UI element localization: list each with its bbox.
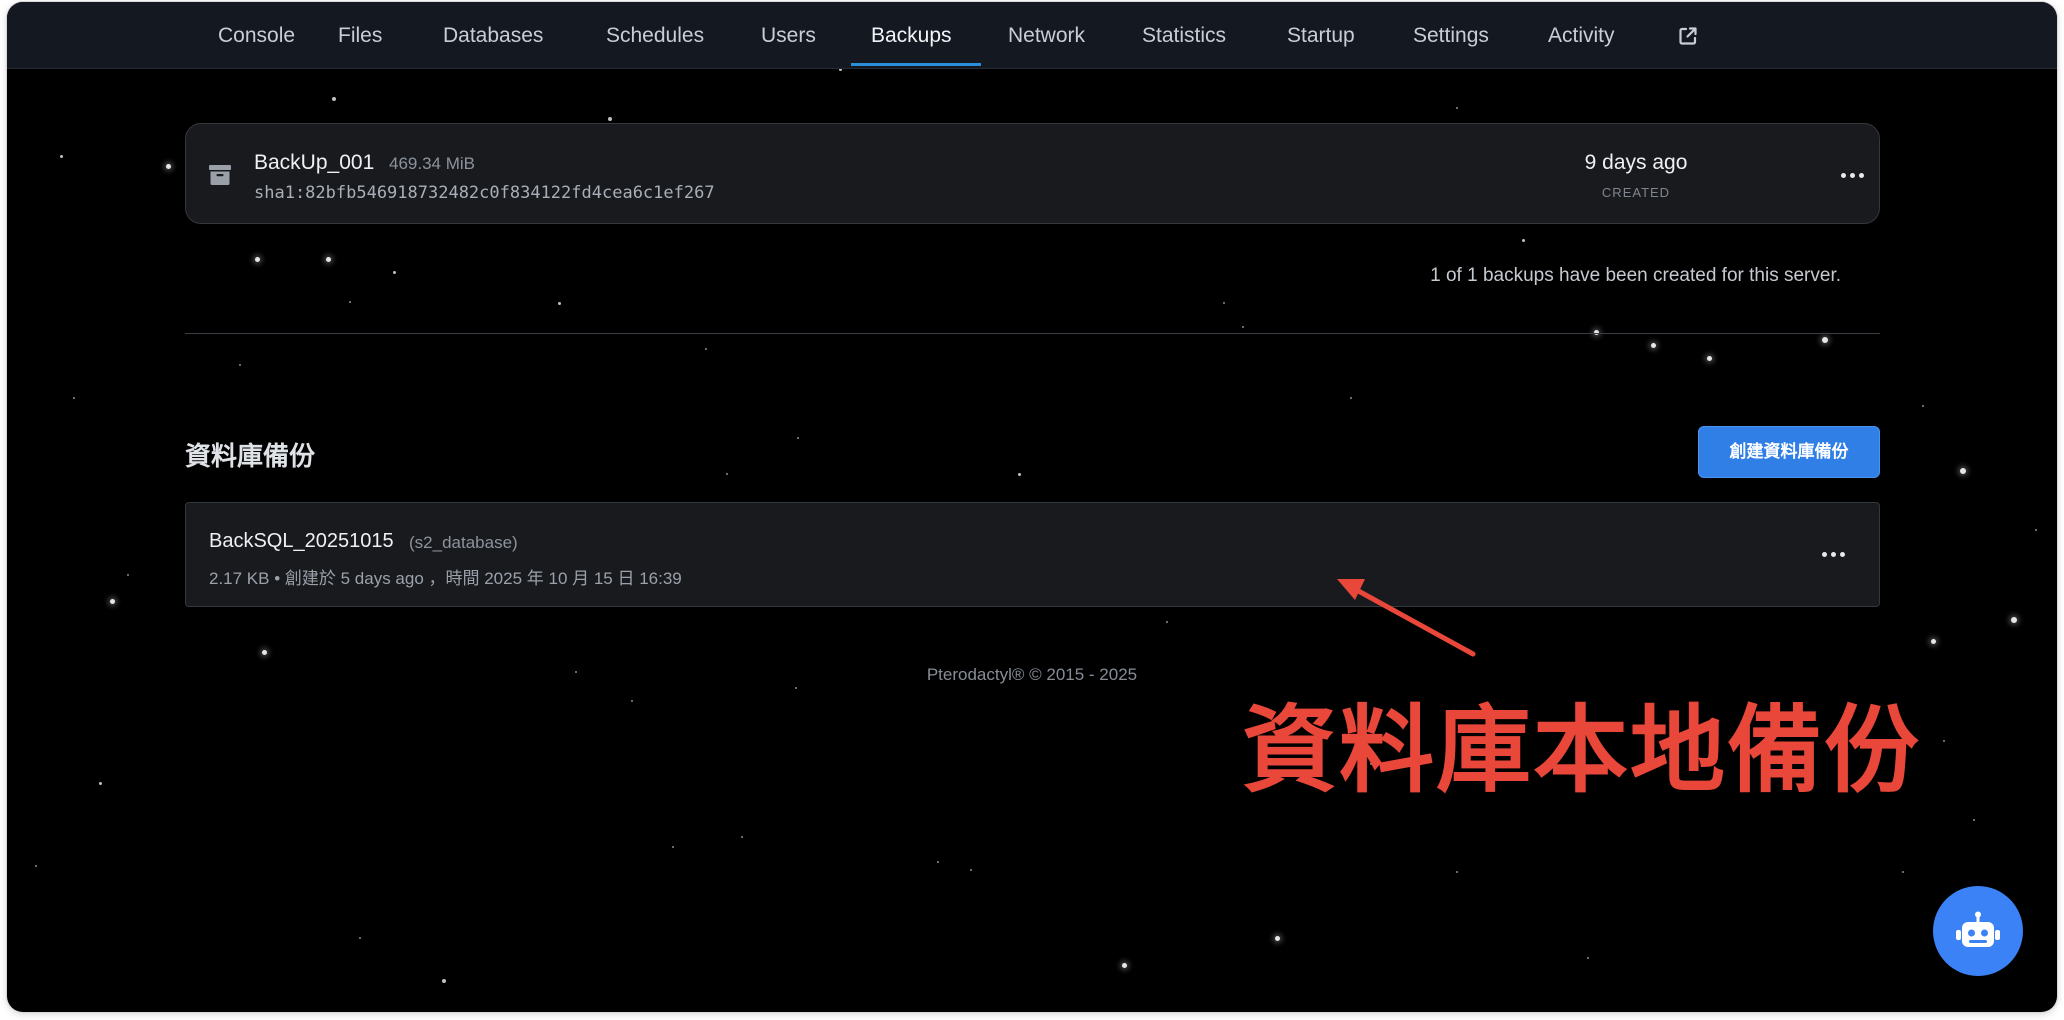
star xyxy=(1018,473,1022,477)
robot-icon xyxy=(1956,911,2000,947)
star xyxy=(1931,639,1937,645)
star xyxy=(392,270,396,274)
section-divider xyxy=(185,333,1880,334)
star xyxy=(254,257,260,263)
star xyxy=(59,154,63,158)
backup-row[interactable]: BackUp_001 469.34 MiB sha1:82bfb54691873… xyxy=(185,123,1880,224)
star xyxy=(794,686,797,689)
tab-activity[interactable]: Activity xyxy=(1548,2,1615,68)
star xyxy=(1942,739,1945,742)
dot xyxy=(1822,552,1827,557)
star xyxy=(126,573,129,576)
star xyxy=(1122,963,1128,969)
tab-network[interactable]: Network xyxy=(1008,2,1085,68)
tab-backups[interactable]: Backups xyxy=(871,2,952,68)
star xyxy=(1650,343,1656,349)
assistant-chat-button[interactable] xyxy=(1933,886,2023,976)
db-backup-options-button[interactable] xyxy=(1819,545,1849,565)
active-tab-indicator xyxy=(851,63,981,66)
db-backup-row[interactable]: BackSQL_20251015 (s2_database) 2.17 KB •… xyxy=(185,502,1880,607)
star xyxy=(607,116,612,121)
star xyxy=(1707,356,1713,362)
db-backup-meta: 2.17 KB • 創建於 5 days ago ，時間 2025 年 10 月… xyxy=(209,569,682,588)
backup-count-summary: 1 of 1 backups have been created for thi… xyxy=(1430,265,1841,286)
star xyxy=(1521,239,1525,243)
star xyxy=(1587,956,1590,959)
tab-schedules[interactable]: Schedules xyxy=(606,2,704,68)
tab-databases[interactable]: Databases xyxy=(443,2,543,68)
app-window: Console Files Databases Schedules Users … xyxy=(7,2,2057,1012)
tab-settings[interactable]: Settings xyxy=(1413,2,1489,68)
tab-users[interactable]: Users xyxy=(761,2,816,68)
star xyxy=(557,302,561,306)
create-db-backup-button[interactable]: 創建資料庫備份 xyxy=(1698,426,1880,478)
star xyxy=(797,436,800,439)
star xyxy=(99,781,103,785)
star xyxy=(672,846,675,849)
db-backup-name: BackSQL_20251015 xyxy=(209,530,394,552)
star xyxy=(441,979,446,984)
star xyxy=(1275,935,1281,941)
archive-icon xyxy=(209,165,231,185)
star xyxy=(1350,397,1353,400)
star xyxy=(1921,405,1924,407)
external-link-icon[interactable] xyxy=(1677,25,1699,47)
star xyxy=(166,163,172,169)
star xyxy=(2035,528,2038,531)
star xyxy=(238,364,241,367)
backup-size: 469.34 MiB xyxy=(389,154,475,173)
star xyxy=(358,937,361,940)
star xyxy=(1165,620,1168,623)
star xyxy=(740,835,743,838)
dot xyxy=(1859,173,1864,178)
star xyxy=(72,397,75,400)
dot xyxy=(1840,552,1845,557)
tab-console[interactable]: Console xyxy=(218,2,295,68)
backup-created-date: 9 days ago xyxy=(1584,151,1688,174)
db-backup-database: (s2_database) xyxy=(409,533,518,552)
star xyxy=(1222,302,1225,305)
star xyxy=(705,348,707,351)
star xyxy=(1242,325,1245,328)
dot xyxy=(1831,552,1836,557)
star xyxy=(1821,336,1828,343)
backup-checksum: sha1:82bfb546918732482c0f834122fd4cea6c1… xyxy=(254,183,715,203)
star xyxy=(631,700,634,702)
star xyxy=(1902,871,1905,874)
star xyxy=(34,864,37,867)
star xyxy=(1455,107,1458,110)
star xyxy=(349,300,352,303)
star xyxy=(1455,871,1458,874)
db-backups-heading: 資料庫備份 xyxy=(185,441,316,471)
star xyxy=(1960,468,1967,475)
star xyxy=(969,868,972,871)
star xyxy=(332,96,337,101)
backup-created-label: CREATED xyxy=(1601,185,1671,200)
annotation-label: 資料庫本地備份 xyxy=(1242,698,1922,804)
star xyxy=(2011,617,2018,624)
annotation-arrow xyxy=(1337,579,1476,657)
dot xyxy=(1841,173,1846,178)
star xyxy=(1973,818,1976,821)
tab-statistics[interactable]: Statistics xyxy=(1142,2,1226,68)
tab-startup[interactable]: Startup xyxy=(1287,2,1355,68)
star xyxy=(325,257,331,263)
dot xyxy=(1850,173,1855,178)
star xyxy=(936,860,939,863)
star xyxy=(726,473,729,476)
top-navigation: Console Files Databases Schedules Users … xyxy=(7,2,2057,69)
star xyxy=(262,649,268,655)
star xyxy=(109,598,115,604)
backup-name: BackUp_001 xyxy=(254,151,375,174)
backup-options-button[interactable] xyxy=(1838,166,1868,186)
tab-files[interactable]: Files xyxy=(338,2,382,68)
